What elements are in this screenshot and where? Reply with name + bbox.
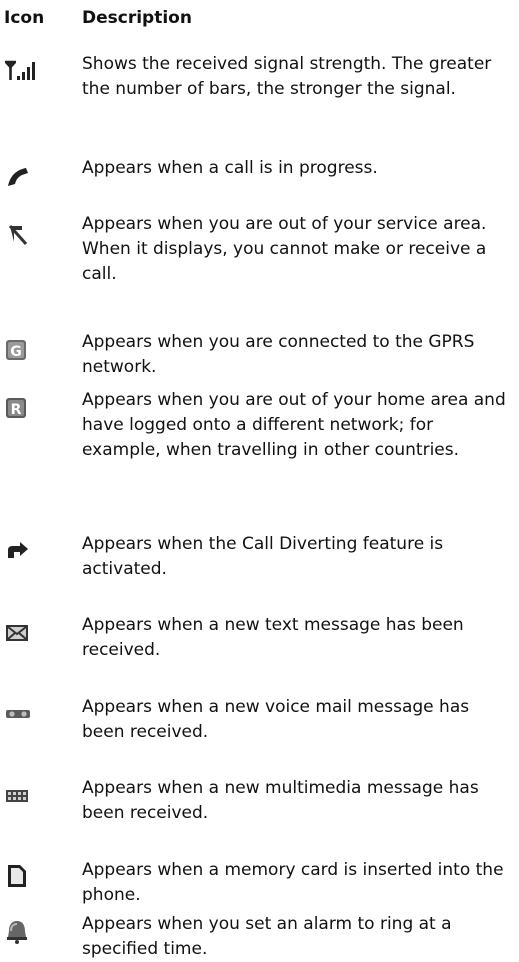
icon-column-header: Icon <box>4 8 45 28</box>
row-description: Appears when a new voice mail message ha… <box>82 697 470 742</box>
voice-mail-icon <box>4 701 40 729</box>
row-description: Appears when a call is in progress. <box>82 158 378 178</box>
row-description: Shows the received signal strength. The … <box>82 54 492 99</box>
gprs-icon: G <box>4 338 40 366</box>
memory-card-icon <box>4 862 40 890</box>
svg-text:R: R <box>11 402 22 418</box>
signal-strength-icon <box>4 58 40 86</box>
row-description: Appears when you are connected to the GP… <box>82 332 475 377</box>
roaming-icon: R <box>4 396 40 424</box>
row-description: Appears when you are out of your home ar… <box>82 390 506 460</box>
call-divert-icon <box>4 538 40 566</box>
no-service-icon <box>4 222 40 250</box>
row-description: Appears when you are out of your service… <box>82 214 487 284</box>
multimedia-message-icon <box>4 782 40 810</box>
row-description: Appears when the Call Diverting feature … <box>82 534 444 579</box>
text-message-icon <box>4 621 40 649</box>
row-description: Appears when a new text message has been… <box>82 615 464 660</box>
row-description: Appears when you set an alarm to ring at… <box>82 914 452 959</box>
table-header: Icon Description <box>0 6 519 30</box>
call-in-progress-icon <box>4 164 40 192</box>
svg-text:G: G <box>10 344 22 360</box>
row-description: Appears when a new multimedia message ha… <box>82 778 479 823</box>
row-description: Appears when a memory card is inserted i… <box>82 860 504 905</box>
alarm-icon <box>4 918 40 946</box>
description-column-header: Description <box>82 8 192 28</box>
